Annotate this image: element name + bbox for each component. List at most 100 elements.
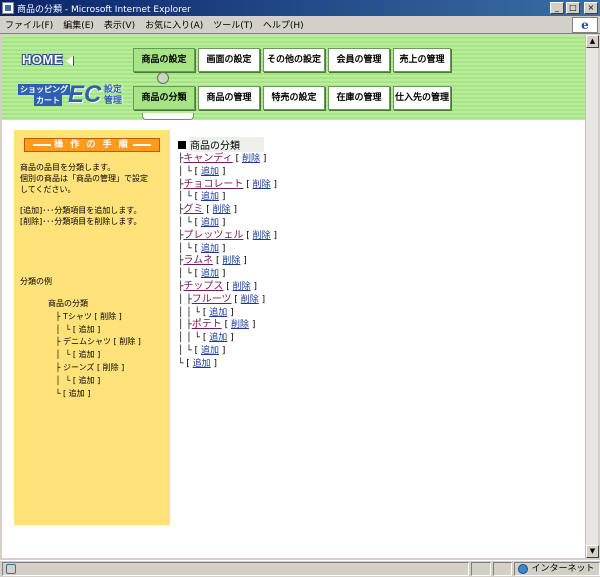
- maximize-button[interactable]: □: [566, 2, 580, 14]
- bracket: ]: [230, 205, 238, 216]
- bracket: ]: [218, 346, 226, 356]
- menu-bar: ファイル(F) 編集(E) 表示(V) お気に入り(A) ツール(T) ヘルプ(…: [0, 16, 600, 34]
- sidebar-header: 操 作 の 手 順: [24, 138, 160, 152]
- active-tab-indicator: [142, 113, 194, 120]
- close-button[interactable]: ×: [584, 2, 598, 14]
- category-name-link[interactable]: ラムネ: [183, 255, 213, 266]
- menu-favorites[interactable]: お気に入り(A): [140, 18, 208, 31]
- delete-link[interactable]: 削除: [253, 180, 271, 190]
- add-link[interactable]: 追加: [201, 346, 219, 356]
- bracket: ]: [227, 333, 234, 344]
- scroll-up-icon[interactable]: ▲: [586, 35, 599, 48]
- bracket: [: [223, 282, 233, 292]
- vertical-scrollbar[interactable]: ▲ ▼: [585, 35, 599, 558]
- minimize-button[interactable]: _: [550, 2, 564, 14]
- status-pane-extra: [492, 562, 513, 576]
- scroll-down-icon[interactable]: ▼: [586, 545, 599, 558]
- category-name-link[interactable]: プレッツェル: [183, 230, 243, 241]
- menu-edit[interactable]: 編集(E): [58, 18, 99, 31]
- sidebar-desc-3: してください。: [20, 185, 76, 194]
- add-link[interactable]: 追加: [209, 308, 227, 318]
- logo-text-manage: 管理: [104, 95, 123, 105]
- logo-text-cart: カート: [34, 95, 62, 106]
- category-name-link[interactable]: フルーツ: [192, 294, 232, 305]
- bracket: [: [231, 294, 241, 305]
- logo-text-side: 設定 管理: [104, 84, 122, 106]
- nav-stock-management[interactable]: 在庫の管理: [328, 86, 390, 110]
- tree-add-row: └ [ 追加 ]: [178, 357, 217, 371]
- nav-connector-knob: [157, 72, 169, 84]
- nav-screen-settings[interactable]: 画面の設定: [198, 48, 260, 72]
- status-pane-main: [2, 562, 469, 576]
- menu-view[interactable]: 表示(V): [99, 18, 140, 31]
- add-link[interactable]: 追加: [201, 269, 219, 279]
- nav-member-management[interactable]: 会員の管理: [328, 48, 390, 72]
- menu-file[interactable]: ファイル(F): [0, 18, 58, 31]
- menu-tools[interactable]: ツール(T): [208, 18, 258, 31]
- add-link[interactable]: 追加: [201, 218, 219, 228]
- nav-supplier-management[interactable]: 仕入先の管理: [393, 86, 451, 110]
- logo-text-shopping: ショッピング: [18, 84, 70, 95]
- add-link[interactable]: 追加: [201, 244, 219, 254]
- tree-branch: │ └: [178, 346, 195, 356]
- bracket: [: [213, 256, 223, 267]
- header-band: HOME ショッピング カート EC 設定 管理 商品の設定 画面の設定 その他の…: [2, 35, 585, 120]
- category-name-link[interactable]: キャンディ: [183, 153, 232, 164]
- delete-link[interactable]: 削除: [241, 295, 259, 305]
- bracket: ]: [227, 307, 234, 318]
- back-arrow-icon: [66, 55, 73, 66]
- category-name-link[interactable]: ポテト: [192, 319, 222, 330]
- window-titlebar: 商品の分類 - Microsoft Internet Explorer _ □ …: [0, 0, 600, 16]
- page-done-icon: [6, 564, 16, 574]
- bracket: ]: [250, 282, 258, 292]
- tree-branch: │ └: [178, 192, 195, 203]
- windows-logo-icon: e: [572, 17, 598, 33]
- category-name-link[interactable]: チップス: [183, 281, 223, 292]
- delete-link[interactable]: 削除: [222, 256, 240, 266]
- nav-sale-settings[interactable]: 特売の設定: [263, 86, 325, 110]
- add-link[interactable]: 追加: [201, 167, 219, 177]
- bracket: [: [243, 179, 253, 190]
- delete-link[interactable]: 削除: [213, 205, 231, 215]
- globe-icon: [518, 564, 529, 574]
- bracket: ]: [218, 166, 226, 177]
- bracket: ]: [258, 294, 266, 305]
- category-name-link[interactable]: チョコレート: [183, 179, 243, 190]
- sidebar-help-add: [追加]･･･分類項目を追加します。: [20, 206, 142, 215]
- bracket: ]: [259, 154, 267, 164]
- nav-other-settings[interactable]: その他の設定: [263, 48, 325, 72]
- menu-help[interactable]: ヘルプ(H): [258, 18, 309, 31]
- ec-logo: ショッピング カート EC 設定 管理: [16, 81, 128, 111]
- bracket: ]: [210, 358, 218, 369]
- bracket: [: [243, 230, 253, 241]
- bracket: ]: [218, 218, 226, 228]
- delete-link[interactable]: 削除: [231, 320, 249, 330]
- add-link[interactable]: 追加: [193, 359, 211, 369]
- sidebar-header-label: 操 作 の 手 順: [54, 140, 130, 150]
- ie-page-icon: [2, 2, 14, 14]
- window-title: 商品の分類 - Microsoft Internet Explorer: [17, 4, 191, 15]
- bracket: [: [221, 320, 231, 331]
- delete-link[interactable]: 削除: [242, 154, 260, 164]
- logo-text-settings: 設定: [104, 84, 123, 94]
- nav-product-settings[interactable]: 商品の設定: [133, 48, 195, 72]
- category-name-link[interactable]: グミ: [183, 204, 203, 215]
- tree-branch: │ └: [178, 269, 195, 280]
- page-content: HOME ショッピング カート EC 設定 管理 商品の設定 画面の設定 その他の…: [2, 35, 585, 558]
- nav-product-categories[interactable]: 商品の分類: [133, 86, 195, 110]
- add-link[interactable]: 追加: [209, 333, 227, 343]
- delete-link[interactable]: 削除: [253, 231, 271, 241]
- tree-branch: │ │ └: [178, 333, 203, 344]
- tree-branch: │ ├: [178, 294, 192, 305]
- home-link[interactable]: HOME: [22, 52, 73, 67]
- delete-link[interactable]: 削除: [233, 282, 251, 292]
- tree-branch: │ │ └: [178, 307, 203, 318]
- tree-root: 商品の分類: [178, 137, 264, 153]
- bracket: ]: [240, 256, 247, 267]
- bracket: ]: [270, 230, 278, 241]
- bracket: ]: [218, 269, 226, 280]
- status-pane-zone: インターネット: [514, 562, 600, 576]
- nav-sales-management[interactable]: 売上の管理: [393, 48, 451, 72]
- nav-product-management[interactable]: 商品の管理: [198, 86, 260, 110]
- add-link[interactable]: 追加: [201, 192, 219, 202]
